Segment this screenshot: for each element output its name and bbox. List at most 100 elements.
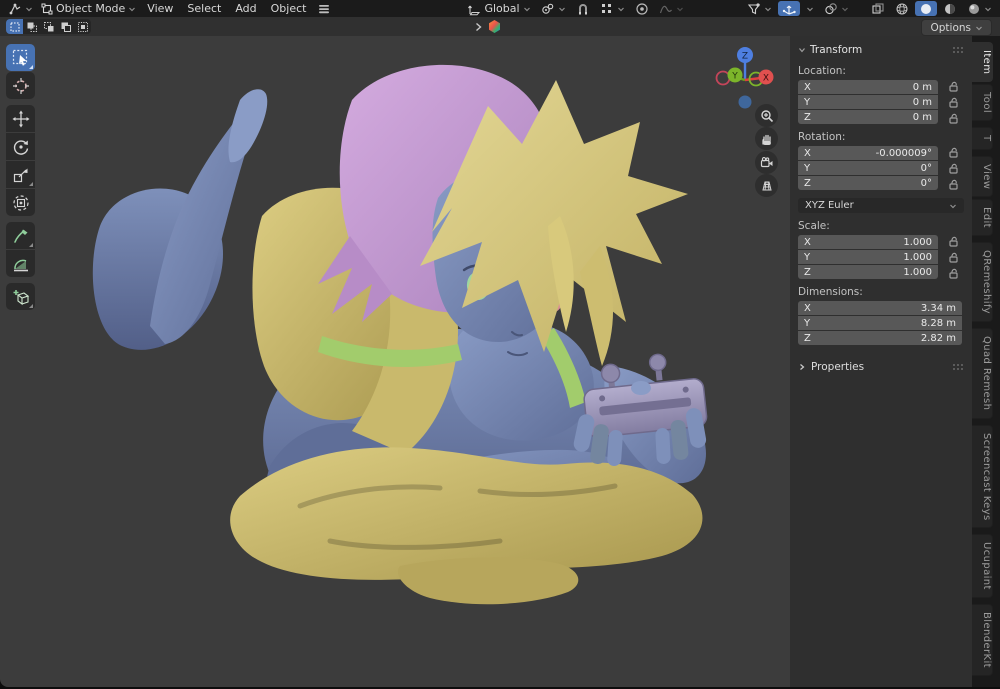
gizmo-z-label: Z: [742, 52, 748, 62]
lock-open-icon[interactable]: [948, 252, 959, 263]
tab-screencast-keys[interactable]: Screencast Keys: [972, 424, 993, 529]
tool-move[interactable]: [6, 105, 35, 132]
properties-panel-header[interactable]: Properties: [798, 359, 964, 375]
snap-target-dropdown[interactable]: [596, 1, 629, 16]
toggle-projection-button[interactable]: [755, 174, 778, 197]
rotation-fields: X -0.000009° Y 0° Z 0°: [798, 146, 938, 190]
pan-view-button[interactable]: [755, 127, 778, 150]
rendered-shading-icon: [969, 3, 979, 14]
show-gizmo-button[interactable]: [778, 1, 800, 16]
tool-add-primitive[interactable]: [6, 283, 35, 310]
show-overlays-button[interactable]: [820, 1, 853, 16]
scale-x-field[interactable]: X 1.000: [798, 235, 938, 249]
tool-cursor[interactable]: [6, 72, 35, 99]
pivot-point-dropdown[interactable]: [537, 1, 570, 16]
menu-select[interactable]: Select: [180, 2, 228, 15]
select-mode-invert-button[interactable]: [57, 19, 74, 34]
lock-open-icon[interactable]: [948, 97, 959, 108]
location-fields: X 0 m Y 0 m Z 0 m: [798, 80, 938, 124]
transform-panel-header[interactable]: Transform: [798, 42, 964, 58]
shading-rendered-button[interactable]: [963, 1, 996, 16]
camera-view-button[interactable]: [755, 151, 778, 174]
lock-open-icon[interactable]: [948, 147, 959, 158]
rotation-y-field[interactable]: Y 0°: [798, 161, 938, 175]
lock-open-icon[interactable]: [948, 113, 959, 124]
toggle-xray-button[interactable]: [867, 1, 889, 16]
scale-y-field[interactable]: Y 1.000: [798, 250, 938, 264]
select-mode-intersect-button[interactable]: [74, 19, 91, 34]
falloff-curve-icon: [659, 5, 672, 13]
menu-add[interactable]: Add: [228, 2, 263, 15]
select-intersect-icon: [77, 21, 88, 32]
shading-material-button[interactable]: [939, 1, 961, 16]
sidebar-tab-strip: Item Tool T View Edit QRemeshify Quad Re…: [972, 36, 1000, 687]
gizmo-dropdown[interactable]: [802, 1, 818, 16]
tab-qremeshify[interactable]: QRemeshify: [972, 242, 993, 323]
panel-drag-handle[interactable]: [952, 363, 964, 371]
tab-t[interactable]: T: [972, 127, 993, 150]
lock-open-icon[interactable]: [948, 179, 959, 190]
select-mode-subtract-button[interactable]: [40, 19, 57, 34]
location-z-field[interactable]: Z 0 m: [798, 110, 938, 124]
dimensions-x-field[interactable]: X 3.34 m: [798, 301, 962, 315]
gizmo-neg-z-axis[interactable]: [738, 95, 752, 109]
scale-z-field[interactable]: Z 1.000: [798, 265, 938, 279]
editor-type-selector[interactable]: [4, 1, 37, 16]
3d-cursor-icon: [12, 77, 29, 94]
proportional-editing-button[interactable]: [631, 1, 653, 16]
tool-select-box[interactable]: [6, 44, 35, 71]
material-preview-shading-icon: [945, 3, 955, 14]
menu-view[interactable]: View: [140, 2, 180, 15]
transform-tool-icon: [12, 194, 29, 211]
rotation-x-field[interactable]: X -0.000009°: [798, 146, 938, 160]
tool-measure[interactable]: [6, 250, 35, 277]
tool-rotate[interactable]: [6, 133, 35, 160]
tool-scale[interactable]: [6, 161, 35, 188]
panel-expand-icon: [799, 48, 805, 53]
proportional-falloff-dropdown[interactable]: [655, 1, 688, 16]
options-button[interactable]: Options: [921, 19, 992, 36]
lock-open-icon[interactable]: [948, 163, 959, 174]
transform-orientation-dropdown[interactable]: Global: [463, 1, 534, 16]
hand-icon: [761, 134, 771, 145]
dimensions-y-field[interactable]: Y 8.28 m: [798, 316, 962, 330]
tab-view[interactable]: View: [972, 155, 993, 198]
transform-panel-title: Transform: [810, 44, 863, 56]
gizmo-neg-x-axis[interactable]: [715, 70, 731, 86]
dimensions-fields: X 3.34 m Y 8.28 m Z 2.82 m: [798, 301, 964, 345]
tab-item[interactable]: Item: [972, 42, 993, 83]
zoom-view-button[interactable]: [755, 104, 778, 127]
asset-bar-toggle[interactable]: [474, 18, 502, 35]
rotation-mode-dropdown[interactable]: XYZ Euler: [798, 198, 964, 213]
lock-open-icon[interactable]: [948, 81, 959, 92]
object-visibility-filter-dropdown[interactable]: [743, 1, 776, 16]
select-mode-extend-button[interactable]: [23, 19, 40, 34]
dimensions-label: Dimensions:: [798, 286, 863, 298]
location-y-field[interactable]: Y 0 m: [798, 95, 938, 109]
tab-quad-remesh[interactable]: Quad Remesh: [972, 328, 993, 419]
dimensions-z-field[interactable]: Z 2.82 m: [798, 331, 962, 345]
camera-icon: [760, 156, 772, 167]
location-x-field[interactable]: X 0 m: [798, 80, 938, 94]
lock-open-icon[interactable]: [948, 268, 959, 279]
lock-open-icon[interactable]: [948, 236, 959, 247]
shading-wireframe-button[interactable]: [891, 1, 913, 16]
tool-transform[interactable]: [6, 189, 35, 216]
rotation-z-field[interactable]: Z 0°: [798, 176, 938, 190]
panel-drag-handle[interactable]: [952, 46, 964, 54]
select-mode-group: [6, 19, 91, 34]
tool-shelf: [6, 44, 36, 311]
tab-edit[interactable]: Edit: [972, 199, 993, 237]
mode-dropdown[interactable]: Object Mode: [37, 1, 140, 16]
menu-overflow-button[interactable]: [313, 1, 335, 16]
tool-annotate[interactable]: [6, 222, 35, 249]
tab-tool[interactable]: Tool: [972, 84, 993, 122]
menu-object[interactable]: Object: [264, 2, 314, 15]
select-mode-set-button[interactable]: [6, 19, 23, 34]
select-invert-icon: [61, 22, 71, 32]
tab-ucupaint[interactable]: Ucupaint: [972, 534, 993, 599]
tab-blenderkit[interactable]: BlenderKit: [972, 604, 993, 677]
snap-toggle-button[interactable]: [572, 1, 594, 16]
shading-solid-button[interactable]: [915, 1, 937, 16]
panel-collapsed-icon: [800, 364, 805, 370]
